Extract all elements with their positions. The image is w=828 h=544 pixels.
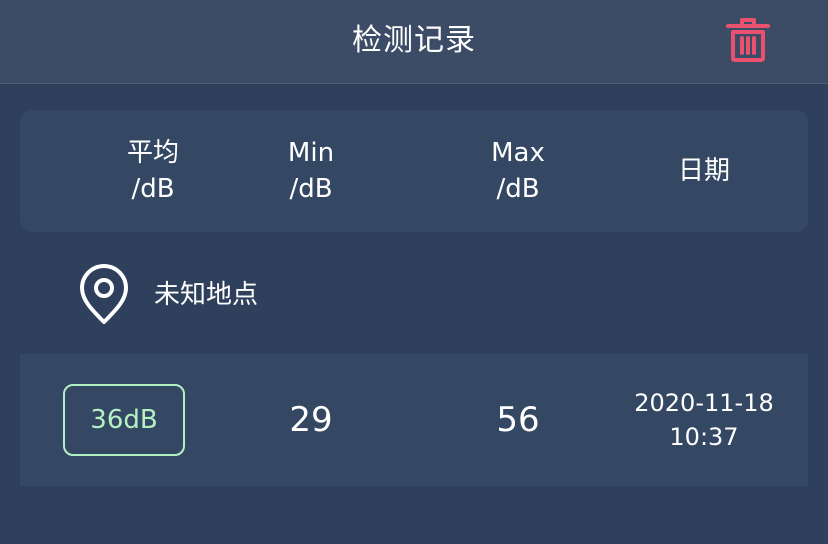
location-group-header: 未知地点 (0, 264, 828, 326)
column-header-min: Min /dB (221, 110, 401, 232)
column-header-average: 平均 /dB (63, 110, 243, 232)
record-date-time: 10:37 (669, 423, 739, 451)
trash-icon (726, 18, 770, 62)
record-date-day: 2020-11-18 (634, 389, 774, 417)
top-bar: 检测记录 (0, 0, 828, 84)
location-name: 未知地点 (154, 280, 259, 310)
column-header-max-unit: /dB (496, 174, 540, 204)
page-title: 检测记录 (352, 23, 476, 58)
table-row[interactable]: 36dB 29 56 2020-11-18 10:37 (20, 354, 808, 486)
column-header-max: Max /dB (428, 110, 608, 232)
column-header-min-label: Min (287, 138, 335, 168)
column-header-min-unit: /dB (289, 174, 333, 204)
column-header-max-label: Max (491, 138, 545, 168)
location-pin-icon (80, 264, 128, 324)
record-max-value: 56 (496, 400, 540, 440)
delete-records-button[interactable] (722, 14, 774, 66)
record-date: 2020-11-18 10:37 (614, 354, 794, 486)
column-header-average-label: 平均 (126, 138, 179, 168)
record-min-value: 29 (289, 400, 333, 440)
column-header-date-label: 日期 (677, 156, 730, 186)
column-header-card: 平均 /dB Min /dB Max /dB 日期 (20, 110, 808, 232)
column-header-average-unit: /dB (131, 174, 175, 204)
column-header-date: 日期 (614, 110, 794, 232)
average-badge: 36dB (63, 384, 185, 456)
